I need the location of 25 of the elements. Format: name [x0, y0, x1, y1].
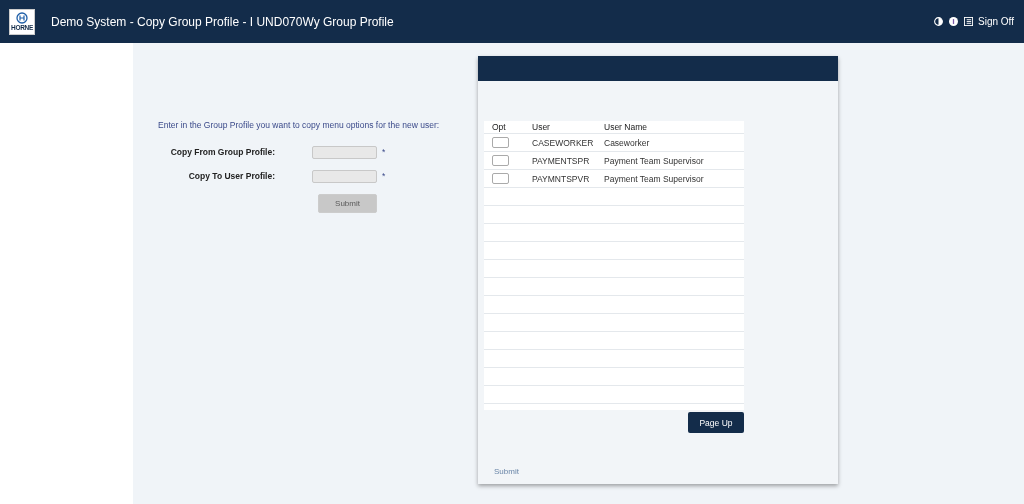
sign-off-link[interactable]: Sign Off	[978, 16, 1014, 27]
input-field[interactable]	[312, 169, 377, 183]
info-icon[interactable]	[949, 17, 959, 26]
table-cell: PAYMENTSPR	[532, 151, 604, 170]
table-cell: CASEWORKER	[532, 133, 604, 152]
field-label: Copy From Group Profile:	[169, 147, 275, 157]
instruction-text: Enter in the Group Profile you want to copy menu options for the new user:	[158, 120, 441, 130]
input-field[interactable]	[312, 145, 377, 159]
logo-icon	[16, 12, 28, 24]
column-header: Opt	[484, 121, 532, 134]
column-header: User	[532, 121, 604, 134]
submit-link[interactable]: Submit	[494, 467, 838, 476]
window-title: Demo System - Copy Group Profile - I UND070Wy Group Profile	[51, 14, 395, 29]
column-header: User Name	[604, 121, 744, 134]
page-up-button[interactable]: Page Up	[688, 412, 744, 433]
contrast-icon[interactable]	[934, 17, 944, 26]
list-icon[interactable]	[964, 17, 974, 26]
required-mark: *	[382, 171, 387, 181]
checkbox[interactable]	[492, 137, 509, 148]
table-cell: Payment Team Supervisor	[604, 151, 744, 170]
checkbox[interactable]	[492, 155, 509, 166]
field-label: Copy To User Profile:	[187, 171, 275, 181]
required-mark: *	[382, 147, 387, 157]
checkbox[interactable]	[492, 173, 509, 184]
table-cell: Caseworker	[604, 133, 744, 152]
